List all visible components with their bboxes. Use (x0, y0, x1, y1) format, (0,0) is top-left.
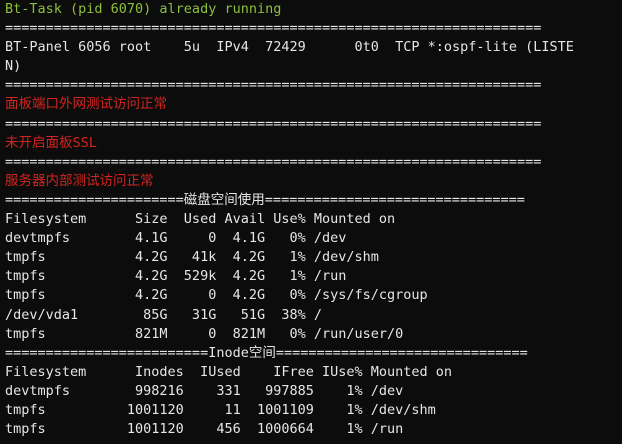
port-listen-line-wrap: N) (5, 58, 22, 75)
disk-usage-header: ======================磁盘空间使用============… (5, 191, 525, 208)
inode-header: =========================Inode空间========… (5, 344, 528, 361)
inode-table-header: Filesystem Inodes IUsed IFree IUse% Moun… (5, 363, 453, 380)
disk-table-row: tmpfs 821M 0 821M 0% /run/user/0 (5, 325, 404, 342)
disk-table-header: Filesystem Size Used Avail Use% Mounted … (5, 211, 396, 228)
ssl-status-message: 未开启面板SSL (5, 134, 97, 151)
inode-table-row: tmpfs 1001120 11 1001109 1% /dev/shm (5, 401, 436, 418)
disk-table-row: tmpfs 4.2G 0 4.2G 0% /sys/fs/cgroup (5, 287, 428, 304)
disk-table-row: devtmpfs 4.1G 0 4.1G 0% /dev (5, 230, 347, 247)
disk-table-row: /dev/vda1 85G 31G 51G 38% / (5, 306, 322, 323)
disk-table-row: tmpfs 4.2G 41k 4.2G 1% /dev/shm (5, 249, 379, 266)
external-access-message: 面板端口外网测试访问正常 (5, 96, 167, 113)
disk-table-row: tmpfs 4.2G 529k 4.2G 1% /run (5, 268, 347, 285)
port-listen-line: BT-Panel 6056 root 5u IPv4 72429 0t0 TCP… (5, 39, 574, 56)
separator-line: ========================================… (5, 20, 542, 37)
inode-table-row: devtmpfs 998216 331 997885 1% /dev (5, 382, 404, 399)
separator-line: ========================================… (5, 153, 542, 170)
inode-table-row: tmpfs 1001120 456 1000664 1% /run (5, 421, 404, 438)
internal-access-message: 服务器内部测试访问正常 (5, 172, 154, 189)
separator-line: ========================================… (5, 77, 542, 94)
separator-line: ========================================… (5, 115, 542, 132)
terminal-output: Bt-Task (pid 6070) already running =====… (0, 0, 622, 444)
task-status-line: Bt-Task (pid 6070) already running (5, 1, 282, 17)
